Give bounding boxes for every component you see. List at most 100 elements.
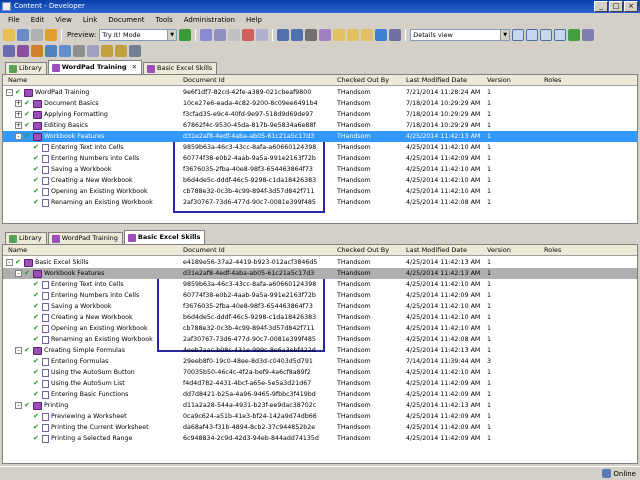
table-row[interactable]: ✔ Previewing a Worksheet 0ca9c624-a51b-41e… [3, 411, 637, 422]
save-icon[interactable] [17, 29, 29, 41]
bottom-tab-basic-excel-skills[interactable]: Basic Excel Skills [123, 230, 206, 244]
menu-view[interactable]: View [55, 13, 72, 27]
col-version[interactable]: Version [487, 76, 511, 84]
refresh-icon[interactable] [568, 29, 581, 41]
table-row[interactable]: - ✔ Printing d11a2a28-544a-4931-b23f-ee9dac… [3, 400, 637, 411]
col-roles[interactable]: Roles [544, 246, 561, 254]
move-up-icon[interactable] [101, 45, 113, 57]
collapse-icon[interactable]: - [6, 259, 13, 266]
table-row[interactable]: ✔ Opening an Existing Workbook cb788e32-0c… [3, 323, 637, 334]
menu-administration[interactable]: Administration [184, 13, 235, 27]
table-row[interactable]: ✔ Creating a New Workbook b6d4de5c-dddf-46… [3, 312, 637, 323]
col-last-modified[interactable]: Last Modified Date [406, 246, 467, 254]
print-icon[interactable] [31, 29, 43, 41]
layout-split-icon[interactable] [526, 29, 539, 41]
table-row[interactable]: ✔ Creating a New Workbook b6d4de5c-dddf-46… [3, 175, 637, 186]
table-row[interactable]: ✔ Entering Numbers into Cells 60774f38-e0b… [3, 153, 637, 164]
move-down-icon[interactable] [115, 45, 127, 57]
table-row[interactable]: ✔ Renaming an Existing Workbook 2af30767-7… [3, 334, 637, 345]
options-icon[interactable] [582, 29, 595, 41]
undo-icon[interactable] [277, 29, 290, 41]
table-row[interactable]: ✔ Entering Numbers into Cells 60774f38-e0b… [3, 290, 637, 301]
table-row[interactable]: + ✔ Editing Basics 67862f4c-9530-45da-817b-… [3, 120, 637, 131]
col-name[interactable]: Name [8, 246, 27, 254]
bottom-tab-wordpad-training[interactable]: WordPad Training [47, 232, 123, 244]
undo-checkout-icon[interactable] [361, 29, 374, 41]
expand-icon[interactable]: + [15, 111, 22, 118]
menu-link[interactable]: Link [83, 13, 97, 27]
publish-icon[interactable] [87, 45, 99, 57]
preview-mode-select[interactable]: Try It! Mode ▼ [99, 29, 178, 41]
expand-icon[interactable]: + [15, 122, 22, 129]
top-tab-basic-excel-skills[interactable]: Basic Excel Skills [143, 62, 218, 74]
collapse-icon[interactable]: - [15, 133, 22, 140]
table-row[interactable]: - ✔ Workbook Features d31e2af8-4edf-4aba-ab… [3, 131, 637, 142]
table-row[interactable]: - ✔ Basic Excel Skills e4189e56-37a2-4419-b… [3, 257, 637, 268]
menu-document[interactable]: Document [108, 13, 144, 27]
bottom-tab-library[interactable]: Library [5, 232, 47, 244]
table-row[interactable]: - ✔ Workbook Features d31e2af8-4edf-4aba-ab… [3, 268, 637, 279]
new-document-icon[interactable] [3, 45, 15, 57]
copy-icon[interactable] [256, 29, 269, 41]
col-roles[interactable]: Roles [544, 76, 561, 84]
collapse-icon[interactable]: - [15, 270, 22, 277]
menu-file[interactable]: File [8, 13, 20, 27]
close-button[interactable]: × [624, 1, 638, 12]
minimize-button[interactable]: _ [594, 1, 608, 12]
collapse-icon[interactable]: - [15, 347, 22, 354]
table-row[interactable]: ✔ Saving a Workbook f3676035-2fba-40e8-98f… [3, 164, 637, 175]
col-version[interactable]: Version [487, 246, 511, 254]
link-icon[interactable] [305, 29, 318, 41]
layout-single-icon[interactable] [512, 29, 525, 41]
menu-help[interactable]: Help [246, 13, 262, 27]
view-mode-select[interactable]: Details view ▼ [410, 29, 511, 41]
table-row[interactable]: ✔ Using the AutoSum Button 70035b50-46c4c-… [3, 367, 637, 378]
table-row[interactable]: ✔ Entering Formulas 29eeb8f0-19c0-48ee-8d3… [3, 356, 637, 367]
settings-icon[interactable] [129, 45, 141, 57]
import-icon[interactable] [59, 45, 71, 57]
redo-icon[interactable] [291, 29, 304, 41]
page-icon[interactable] [214, 29, 227, 41]
collapse-icon[interactable]: - [6, 89, 13, 96]
table-row[interactable]: ✔ Using the AutoSum List f4d4d782-4431-4bc… [3, 378, 637, 389]
document-icon[interactable] [200, 29, 213, 41]
export-icon[interactable] [73, 45, 85, 57]
table-row[interactable]: ✔ Entering Text into Cells 9859b63a-46c3-4… [3, 279, 637, 290]
new-topic-icon[interactable] [45, 45, 57, 57]
properties-icon[interactable] [389, 29, 402, 41]
menu-tools[interactable]: Tools [156, 13, 173, 27]
maximize-button[interactable]: □ [609, 1, 623, 12]
cut-icon[interactable] [228, 29, 241, 41]
table-row[interactable]: ✔ Renaming an Existing Workbook 2af30767-7… [3, 197, 637, 208]
table-row[interactable]: - ✔ Creating Simple Formulas 4eeb7aac-b08c-… [3, 345, 637, 356]
delete-icon[interactable] [242, 29, 255, 41]
help-icon[interactable] [375, 29, 388, 41]
layout-vertical-icon[interactable] [540, 29, 553, 41]
open-folder-icon[interactable] [3, 29, 15, 41]
checkout-icon[interactable] [347, 29, 360, 41]
col-name[interactable]: Name [8, 76, 27, 84]
table-row[interactable]: ✔ Opening an Existing Workbook cb788e32-0c… [3, 186, 637, 197]
table-row[interactable]: ✔ Printing a Selected Range 6c948834-2c9d-… [3, 433, 637, 444]
edit-icon[interactable] [319, 29, 332, 41]
table-row[interactable]: + ✔ Applying Formatting f3cfad35-e9c4-40fd-… [3, 109, 637, 120]
table-row[interactable]: - ✔ WordPad Training 9e6f1df7-82cd-42fe-a38… [3, 87, 637, 98]
col-checked-out-by[interactable]: Checked Out By [337, 246, 389, 254]
table-row[interactable]: ✔ Entering Text into Cells 9859b63a-46c3-4… [3, 142, 637, 153]
col-checked-out-by[interactable]: Checked Out By [337, 76, 389, 84]
search-icon[interactable] [45, 29, 57, 41]
col-document-id[interactable]: Document Id [183, 76, 225, 84]
expand-icon[interactable]: + [15, 100, 22, 107]
collapse-icon[interactable]: - [15, 402, 22, 409]
top-tab-library[interactable]: Library [5, 62, 47, 74]
table-row[interactable]: ✔ Entering Basic Functions dd7d8421-b25a-4… [3, 389, 637, 400]
top-tab-wordpad-training[interactable]: WordPad Training ✕ [47, 60, 143, 74]
table-row[interactable]: ✔ Saving a Workbook f3676035-2fba-40e8-98f… [3, 301, 637, 312]
menu-edit[interactable]: Edit [31, 13, 45, 27]
layout-grid-icon[interactable] [554, 29, 567, 41]
new-book-icon[interactable] [17, 45, 29, 57]
table-row[interactable]: ✔ Printing the Current Worksheet da68af43-… [3, 422, 637, 433]
checkin-icon[interactable] [333, 29, 346, 41]
go-icon[interactable] [179, 29, 192, 41]
close-tab-icon[interactable]: ✕ [132, 62, 137, 73]
